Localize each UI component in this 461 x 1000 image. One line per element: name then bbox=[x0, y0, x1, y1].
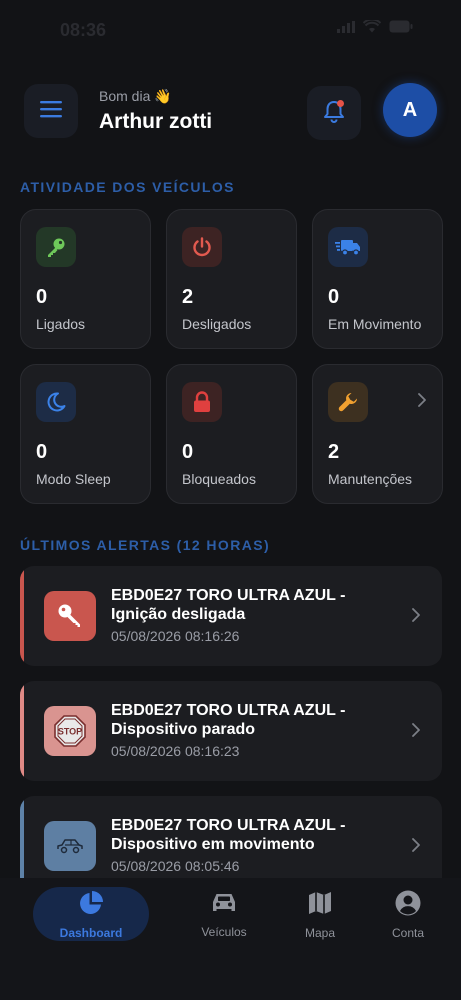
card-label: Ligados bbox=[36, 316, 86, 332]
card-label: Em Movimento bbox=[328, 316, 422, 332]
account-icon bbox=[394, 889, 422, 922]
activity-card-modo-sleep[interactable]: 0 Modo Sleep bbox=[20, 364, 151, 504]
battery-icon bbox=[389, 20, 413, 33]
key-icon bbox=[36, 227, 76, 267]
alert-time: 05/08/2026 08:05:46 bbox=[111, 858, 240, 874]
tab-label: Dashboard bbox=[59, 925, 123, 940]
alert-time: 05/08/2026 08:16:23 bbox=[111, 743, 240, 759]
status-time: 08:36 bbox=[60, 20, 107, 40]
menu-button[interactable] bbox=[24, 84, 78, 138]
hamburger-icon bbox=[40, 100, 62, 123]
activity-card-bloqueados[interactable]: 0 Bloqueados bbox=[166, 364, 297, 504]
status-icons bbox=[337, 20, 413, 33]
chevron-right-icon bbox=[412, 608, 420, 627]
wrench-icon bbox=[328, 382, 368, 422]
alert-accent-bar bbox=[20, 681, 24, 781]
alerts-list: EBD0E27 TORO ULTRA AZUL - Ignição deslig… bbox=[20, 566, 442, 878]
card-value: 2 bbox=[328, 441, 340, 463]
notifications-button[interactable] bbox=[307, 86, 361, 140]
pie-chart-icon bbox=[77, 889, 105, 922]
card-label: Bloqueados bbox=[182, 471, 256, 487]
notification-dot bbox=[337, 100, 344, 107]
status-bar: 08:36 bbox=[0, 0, 461, 60]
truck-icon bbox=[328, 227, 368, 267]
alert-title: EBD0E27 TORO ULTRA AZUL - Dispositivo em… bbox=[111, 817, 346, 853]
car-icon bbox=[44, 821, 96, 871]
power-icon bbox=[182, 227, 222, 267]
activity-card-em-movimento[interactable]: 0 Em Movimento bbox=[312, 209, 443, 349]
username: Arthur zotti bbox=[99, 110, 213, 133]
alert-item[interactable]: EBD0E27 TORO ULTRA AZUL - Dispositivo em… bbox=[20, 796, 442, 878]
card-value: 2 bbox=[182, 286, 194, 308]
activity-grid: 0 Ligados 2 Desligados 0 Em Movimento 0 … bbox=[20, 209, 443, 504]
card-value: 0 bbox=[36, 441, 48, 463]
tab-bar: Dashboard Veículos Mapa Conta bbox=[0, 878, 461, 1000]
activity-card-ligados[interactable]: 0 Ligados bbox=[20, 209, 151, 349]
key-icon bbox=[44, 591, 96, 641]
card-label: Modo Sleep bbox=[36, 471, 111, 487]
alert-accent-bar bbox=[20, 566, 24, 666]
alert-accent-bar bbox=[20, 796, 24, 878]
moon-icon bbox=[36, 382, 76, 422]
tab-conta[interactable]: Conta bbox=[378, 887, 438, 941]
tab-label: Mapa bbox=[304, 925, 336, 940]
greeting-text: Bom dia 👋 bbox=[99, 88, 172, 104]
chevron-right-icon bbox=[412, 838, 420, 857]
header: Bom dia 👋 Arthur zotti A bbox=[24, 82, 437, 140]
alert-title: EBD0E27 TORO ULTRA AZUL - Ignição deslig… bbox=[111, 587, 346, 623]
stop-sign-text: STOP bbox=[58, 727, 82, 737]
signal-icon bbox=[337, 20, 355, 33]
alert-time: 05/08/2026 08:16:26 bbox=[111, 628, 240, 644]
lock-icon bbox=[182, 382, 222, 422]
card-value: 0 bbox=[36, 286, 48, 308]
tab-dashboard[interactable]: Dashboard bbox=[33, 887, 149, 941]
card-value: 0 bbox=[182, 441, 194, 463]
chevron-right-icon bbox=[412, 723, 420, 742]
activity-card-manutencoes[interactable]: 2 Manutenções bbox=[312, 364, 443, 504]
alerts-section-title: ÚLTIMOS ALERTAS (12 HORAS) bbox=[20, 537, 271, 553]
alert-title: EBD0E27 TORO ULTRA AZUL - Dispositivo pa… bbox=[111, 702, 346, 738]
map-icon bbox=[306, 889, 334, 922]
avatar[interactable]: A bbox=[383, 83, 437, 137]
card-label: Manutenções bbox=[328, 471, 413, 487]
car-icon bbox=[209, 890, 239, 921]
card-label: Desligados bbox=[182, 316, 252, 332]
alert-item[interactable]: EBD0E27 TORO ULTRA AZUL - Ignição deslig… bbox=[20, 566, 442, 666]
activity-card-desligados[interactable]: 2 Desligados bbox=[166, 209, 297, 349]
chevron-right-icon bbox=[418, 393, 426, 412]
activity-section-title: ATIVIDADE DOS VEÍCULOS bbox=[20, 179, 235, 195]
alert-item[interactable]: STOP EBD0E27 TORO ULTRA AZUL - Dispositi… bbox=[20, 681, 442, 781]
tab-veiculos[interactable]: Veículos bbox=[192, 887, 256, 941]
stop-sign-icon: STOP bbox=[44, 706, 96, 756]
tab-label: Conta bbox=[391, 925, 425, 940]
tab-mapa[interactable]: Mapa bbox=[290, 887, 350, 941]
card-value: 0 bbox=[328, 286, 340, 308]
wifi-icon bbox=[363, 20, 381, 33]
tab-label: Veículos bbox=[201, 924, 247, 939]
